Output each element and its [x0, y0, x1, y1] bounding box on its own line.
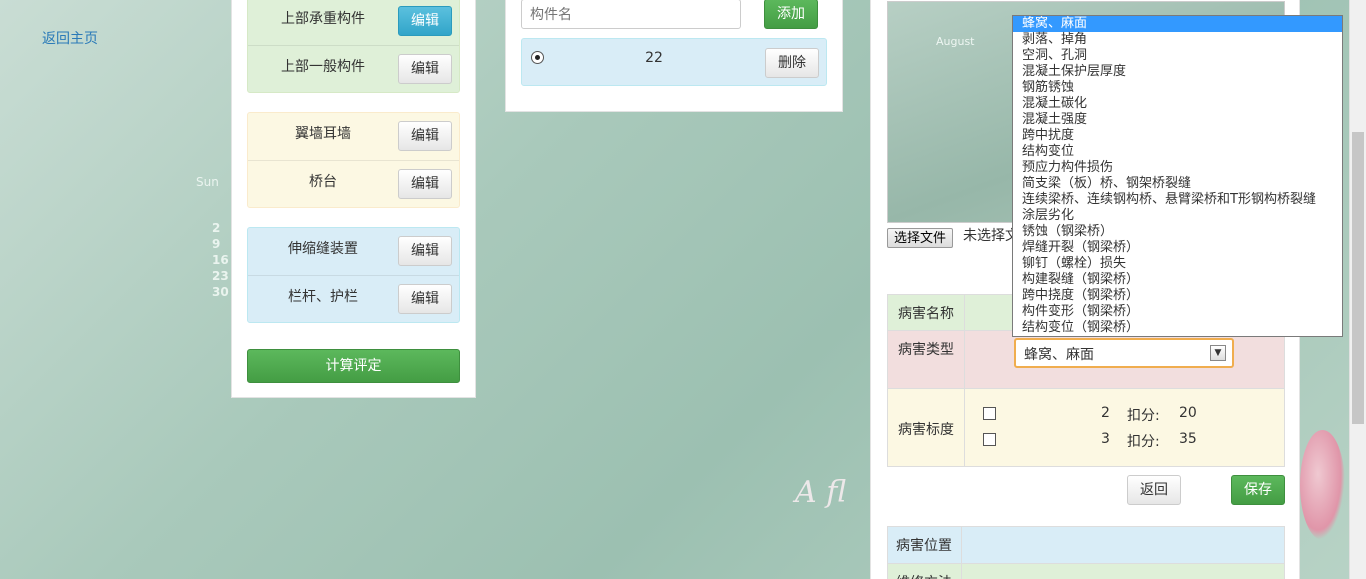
component-category-panel: 上部承重构件 编辑 上部一般构件 编辑 翼墙耳墙 编辑 桥台 编辑 伸缩缝装置 …	[231, 0, 476, 398]
dropdown-option[interactable]: 焊缝开裂（钢梁桥）	[1013, 240, 1342, 256]
defect-type-label: 病害类型	[888, 331, 965, 388]
level-value: 2	[1101, 405, 1110, 421]
dropdown-option[interactable]: 跨中扰度	[1013, 128, 1342, 144]
level-checkbox[interactable]	[983, 433, 996, 446]
deduct-points: 35	[1179, 431, 1197, 447]
category-label: 伸缩缝装置	[288, 241, 358, 257]
level-value: 3	[1101, 431, 1110, 447]
dropdown-option[interactable]: 空洞、孔洞	[1013, 48, 1342, 64]
list-item: 上部承重构件 编辑	[248, 0, 459, 45]
edit-button[interactable]: 编辑	[398, 169, 452, 199]
back-button[interactable]: 返回	[1127, 475, 1181, 505]
delete-button[interactable]: 删除	[765, 48, 819, 78]
defect-type-select[interactable]: 蜂窝、麻面 ▼	[1014, 338, 1234, 368]
repair-method-label: 维修方法	[888, 564, 962, 579]
dropdown-option[interactable]: 混凝土保护层厚度	[1013, 64, 1342, 80]
background-calendar: Sun 2 9 16 23 30	[196, 175, 229, 300]
dropdown-option[interactable]: 锈蚀（钢梁桥）	[1013, 224, 1342, 240]
background-script-text: A fl	[795, 475, 847, 510]
calendar-numbers: 2 9 16 23 30	[212, 220, 229, 300]
deduct-label: 扣分:	[1127, 408, 1160, 424]
calendar-number: 16	[212, 253, 229, 267]
dropdown-option[interactable]: 构建裂缝（钢梁桥）	[1013, 272, 1342, 288]
defect-level-label: 病害标度	[888, 389, 965, 466]
dropdown-option[interactable]: 跨中挠度（钢梁桥）	[1013, 288, 1342, 304]
deduct-label: 扣分:	[1127, 434, 1160, 450]
calendar-number: 23	[212, 269, 229, 283]
dropdown-option[interactable]: 混凝土碳化	[1013, 96, 1342, 112]
category-label: 上部承重构件	[281, 11, 365, 27]
defect-type-selected: 蜂窝、麻面	[1024, 347, 1094, 363]
photo-calendar-month: August	[936, 35, 975, 48]
edit-button[interactable]: 编辑	[398, 284, 452, 314]
list-item: 翼墙耳墙 编辑	[248, 113, 459, 160]
level-checkbox[interactable]	[983, 407, 996, 420]
dropdown-option[interactable]: 蜂窝、麻面	[1013, 16, 1342, 32]
calendar-day-label: Sun	[196, 175, 219, 189]
category-label: 栏杆、护栏	[288, 289, 358, 305]
table-row: 维修方法	[888, 563, 1284, 579]
dropdown-option[interactable]: 混凝土强度	[1013, 112, 1342, 128]
calculate-rating-button[interactable]: 计算评定	[247, 349, 460, 383]
add-button[interactable]: 添加	[764, 0, 818, 29]
deduct-points: 20	[1179, 405, 1197, 421]
edit-button[interactable]: 编辑	[398, 236, 452, 266]
dropdown-option[interactable]: 涂层劣化	[1013, 208, 1342, 224]
defect-location-table: 病害位置 维修方法	[887, 526, 1285, 579]
calendar-number: 9	[212, 237, 221, 251]
component-list-panel: 添加 22 删除	[505, 0, 843, 112]
dropdown-option[interactable]: 预应力构件损伤	[1013, 160, 1342, 176]
component-radio[interactable]	[531, 51, 544, 64]
dropdown-option[interactable]: 构件变形（钢梁桥）	[1013, 304, 1342, 320]
scrollbar-thumb[interactable]	[1352, 132, 1364, 424]
defect-type-dropdown-list[interactable]: 蜂窝、麻面 剥落、掉角 空洞、孔洞 混凝土保护层厚度 钢筋锈蚀 混凝土碳化 混凝…	[1012, 15, 1343, 337]
list-item: 伸缩缝装置 编辑	[248, 228, 459, 275]
substructure-group: 翼墙耳墙 编辑 桥台 编辑	[247, 112, 460, 208]
deck-system-group: 伸缩缝装置 编辑 栏杆、护栏 编辑	[247, 227, 460, 323]
table-row: 病害标度 2 扣分: 20 3 扣分: 35	[888, 388, 1284, 466]
home-link[interactable]: 返回主页	[42, 28, 98, 48]
defect-name-label: 病害名称	[888, 295, 965, 330]
dropdown-option[interactable]: 简支梁（板）桥、钢架桥裂缝	[1013, 176, 1342, 192]
list-item: 桥台 编辑	[248, 160, 459, 207]
dropdown-option[interactable]: 连续梁桥、连续钢构桥、悬臂梁桥和T形钢构桥裂缝	[1013, 192, 1342, 208]
edit-button[interactable]: 编辑	[398, 54, 452, 84]
background-flower	[1300, 430, 1345, 540]
edit-button[interactable]: 编辑	[398, 6, 452, 36]
chevron-down-icon[interactable]: ▼	[1210, 345, 1226, 361]
dropdown-option[interactable]: 结构变位	[1013, 144, 1342, 160]
table-row: 病害位置	[888, 527, 1284, 563]
dropdown-option[interactable]: 结构变位（钢梁桥）	[1013, 320, 1342, 336]
category-label: 翼墙耳墙	[295, 126, 351, 142]
file-status: 未选择文	[963, 228, 1019, 244]
component-number: 22	[645, 50, 663, 66]
list-item: 上部一般构件 编辑	[248, 45, 459, 92]
calendar-number: 30	[212, 285, 229, 299]
dropdown-option[interactable]: 钢筋锈蚀	[1013, 80, 1342, 96]
superstructure-group: 上部承重构件 编辑 上部一般构件 编辑	[247, 0, 460, 93]
choose-file-button[interactable]: 选择文件	[887, 228, 954, 248]
component-name-input[interactable]	[521, 0, 741, 29]
list-item: 22 删除	[521, 38, 827, 86]
dropdown-option[interactable]: 铆钉（螺栓）损失	[1013, 256, 1342, 272]
list-item: 栏杆、护栏 编辑	[248, 275, 459, 322]
edit-button[interactable]: 编辑	[398, 121, 452, 151]
save-button[interactable]: 保存	[1231, 475, 1285, 505]
dropdown-option[interactable]: 剥落、掉角	[1013, 32, 1342, 48]
category-label: 上部一般构件	[281, 59, 365, 75]
page-scrollbar[interactable]	[1349, 0, 1366, 579]
category-label: 桥台	[309, 174, 337, 190]
calendar-number: 2	[212, 221, 221, 235]
table-row: 病害类型 蜂窝、麻面 ▼	[888, 330, 1284, 388]
defect-position-label: 病害位置	[888, 527, 962, 563]
